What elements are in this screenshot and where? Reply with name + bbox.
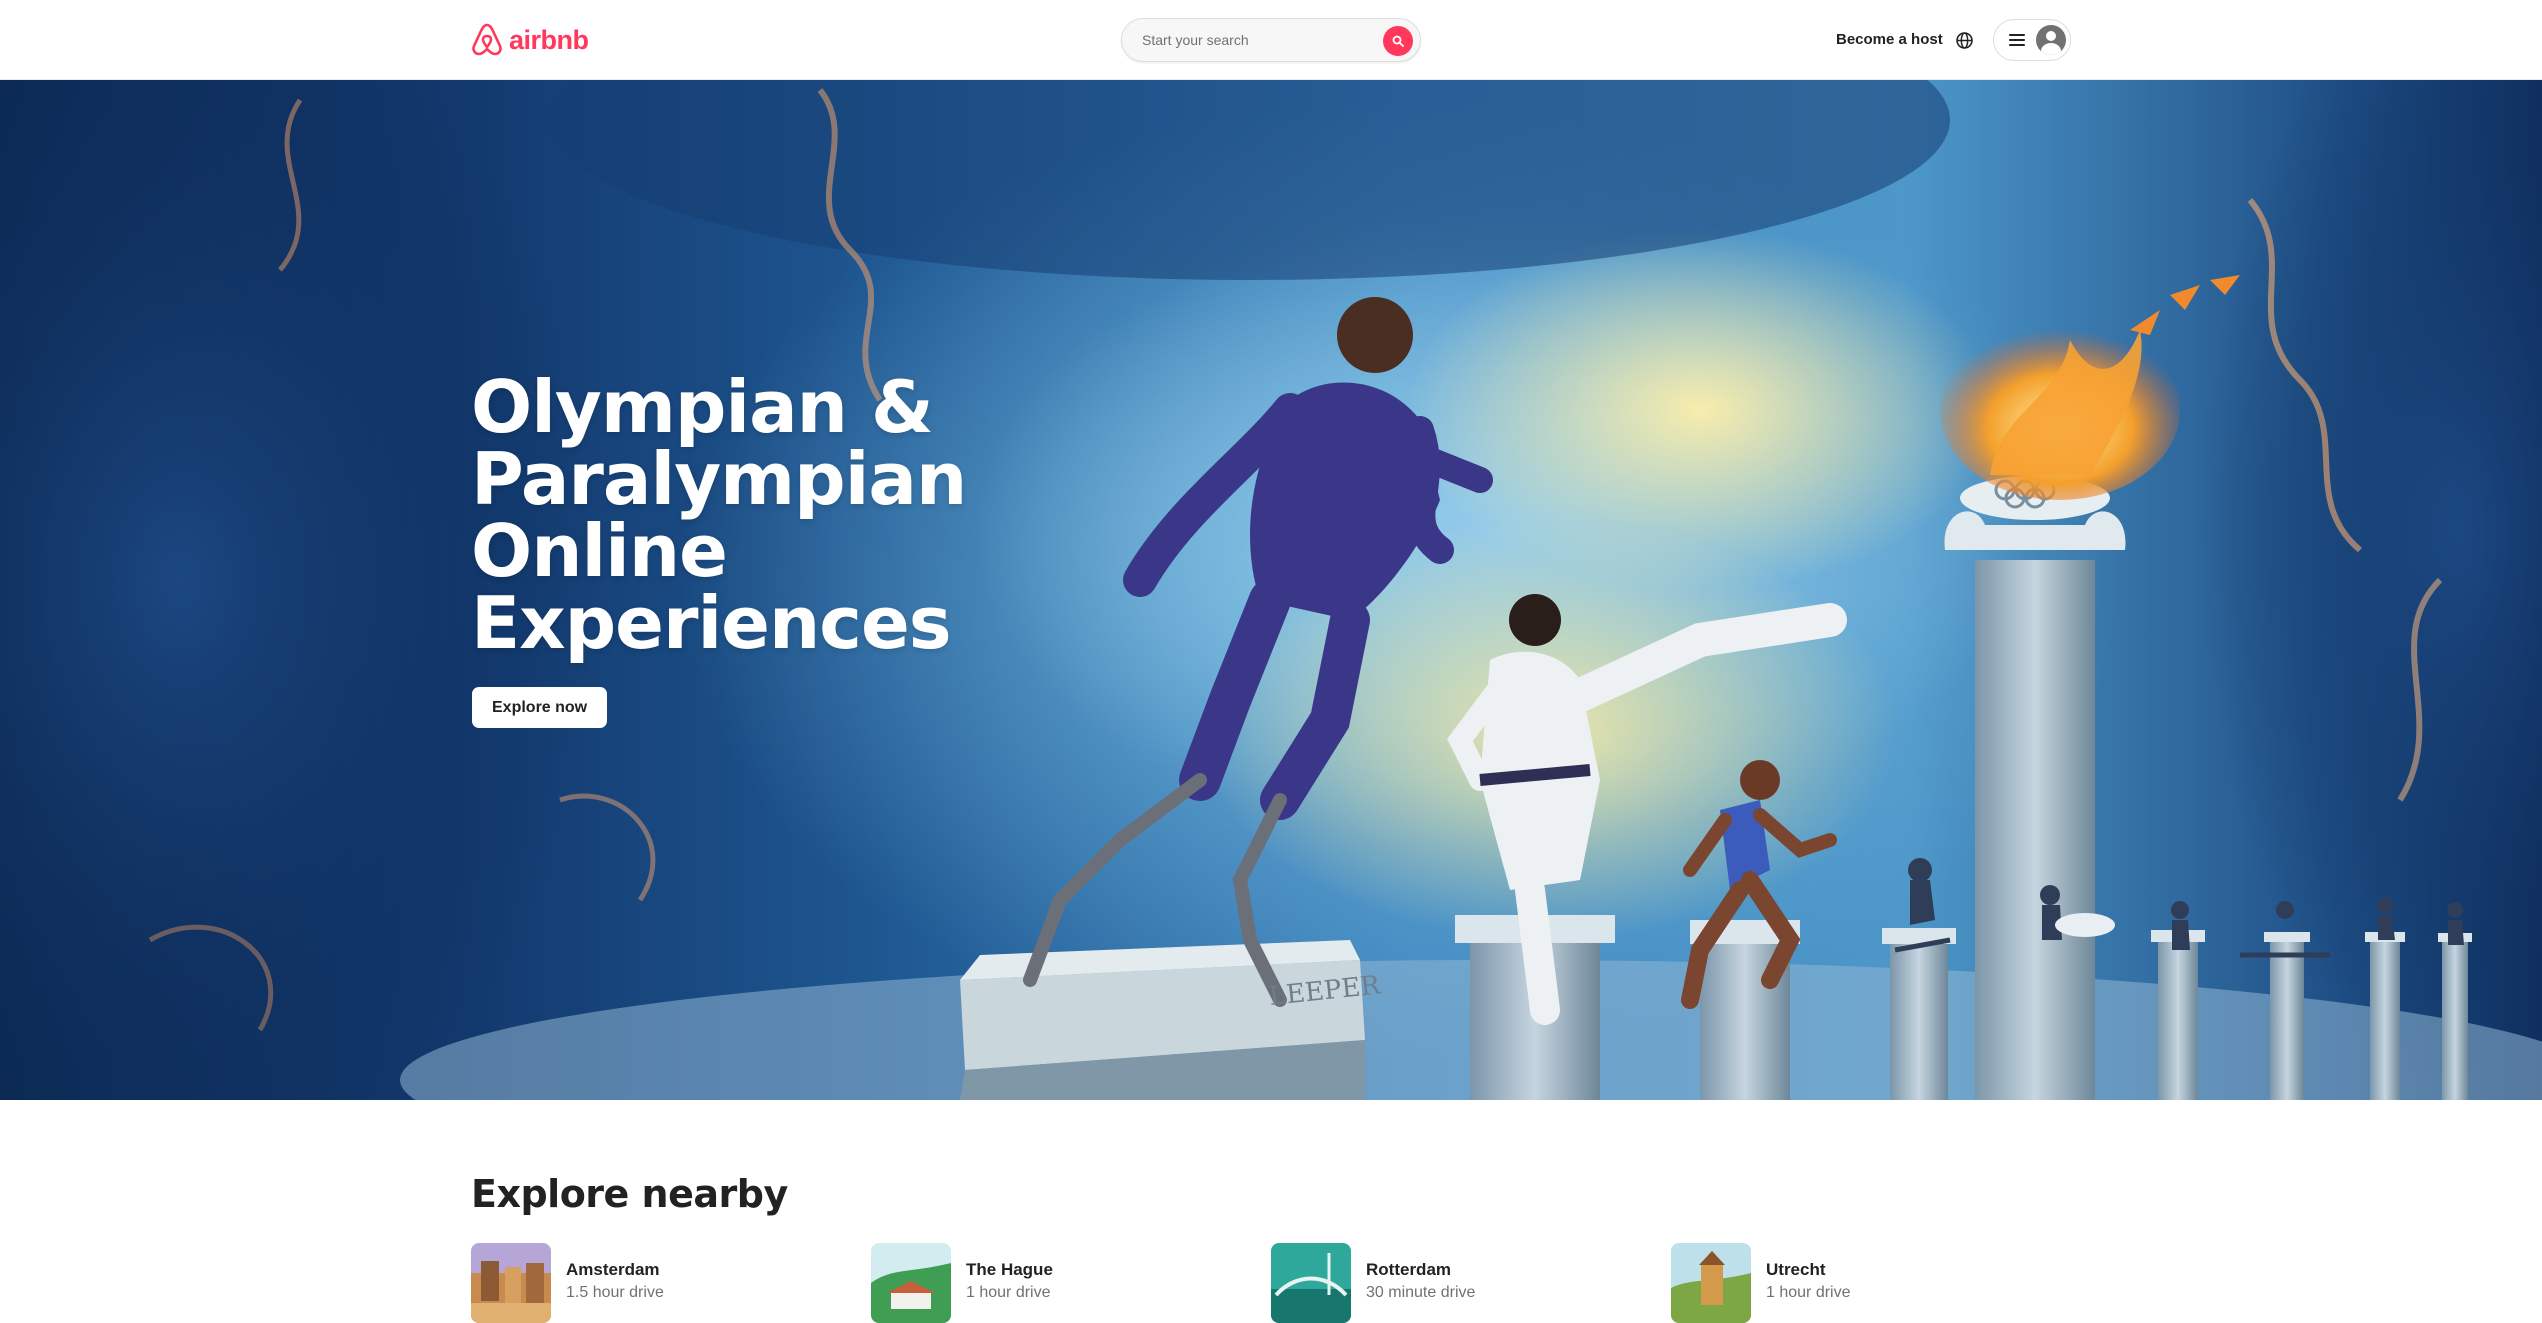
language-button[interactable] bbox=[1952, 28, 1976, 52]
nearby-name: Utrecht bbox=[1766, 1260, 1826, 1279]
hero-illustration: LEEPER bbox=[0, 80, 2542, 1100]
nearby-distance: 1 hour drive bbox=[1766, 1284, 1851, 1301]
nearby-item-rotterdam[interactable]: Rotterdam 30 minute drive bbox=[1271, 1243, 1475, 1323]
nearby-text: The Hague 1 hour drive bbox=[966, 1243, 1053, 1303]
runner-figure bbox=[1023, 297, 1493, 1007]
nearby-name: The Hague bbox=[966, 1260, 1053, 1279]
airbnb-logo-icon bbox=[472, 23, 502, 56]
nearby-distance: 30 minute drive bbox=[1366, 1284, 1476, 1301]
the-hague-thumbnail bbox=[871, 1243, 951, 1323]
rotterdam-thumbnail bbox=[1271, 1243, 1351, 1323]
search-icon bbox=[1392, 35, 1404, 47]
nearby-name: Rotterdam bbox=[1366, 1260, 1452, 1279]
avatar bbox=[2036, 25, 2066, 55]
become-host-link[interactable]: Become a host bbox=[1836, 29, 1943, 51]
nearby-item-amsterdam[interactable]: Amsterdam 1.5 hour drive bbox=[471, 1243, 664, 1323]
nearby-distance: 1 hour drive bbox=[966, 1284, 1051, 1301]
nearby-text: Utrecht 1 hour drive bbox=[1766, 1243, 1851, 1303]
nearby-name: Amsterdam bbox=[566, 1260, 660, 1279]
nearby-text: Rotterdam 30 minute drive bbox=[1366, 1243, 1475, 1303]
profile-menu-button[interactable] bbox=[1993, 19, 2071, 61]
search-button[interactable] bbox=[1383, 26, 1413, 56]
explore-now-button[interactable]: Explore now bbox=[472, 687, 608, 728]
amsterdam-thumbnail bbox=[471, 1243, 551, 1323]
airbnb-logo[interactable]: airbnb bbox=[471, 22, 589, 58]
hero-title: Olympian & Paralympian Online Experience… bbox=[471, 371, 991, 659]
logo-wordmark: airbnb bbox=[509, 24, 589, 55]
top-nav: airbnb Become a host bbox=[0, 0, 2542, 80]
hamburger-icon bbox=[2009, 32, 2025, 48]
olympic-flame bbox=[1940, 275, 2240, 500]
hero-banner: LEEPER Olympian & Paralympian Online Exp… bbox=[0, 80, 2542, 1100]
nearby-item-the-hague[interactable]: The Hague 1 hour drive bbox=[871, 1243, 1053, 1323]
hero-title-line-4: Experiences bbox=[471, 581, 952, 665]
search-bar[interactable] bbox=[1121, 18, 1421, 62]
explore-nearby-heading: Explore nearby bbox=[471, 1172, 788, 1216]
utrecht-thumbnail bbox=[1671, 1243, 1751, 1323]
nearby-distance: 1.5 hour drive bbox=[566, 1284, 664, 1301]
globe-icon bbox=[1955, 31, 1973, 49]
nearby-text: Amsterdam 1.5 hour drive bbox=[566, 1243, 664, 1303]
search-input[interactable] bbox=[1142, 25, 1362, 55]
nearby-item-utrecht[interactable]: Utrecht 1 hour drive bbox=[1671, 1243, 1851, 1323]
